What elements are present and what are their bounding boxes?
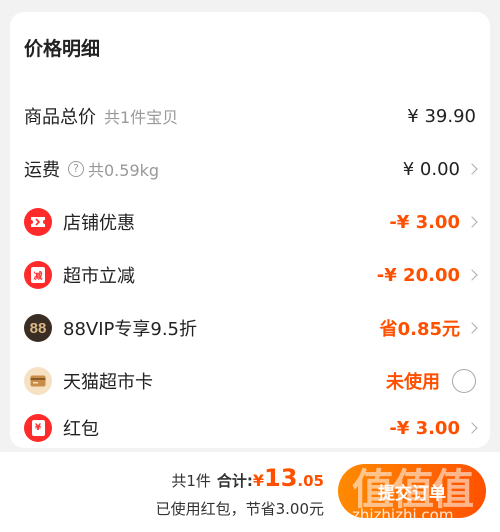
chevron-right-icon [466,322,478,334]
supermarket-card-status: 未使用 [386,372,440,393]
use-card-radio[interactable] [452,369,476,393]
total-line: 共1件 合计: ¥ 13 .05 [171,464,324,492]
row-shipping[interactable]: 运费 ? 共0.59kg ¥ 0.00 [10,149,490,189]
chevron-right-icon [466,216,478,228]
supermarket-cut-amount: -¥ 20.00 [376,264,460,286]
red-packet-icon: ¥ [24,414,52,442]
red-packet-amount: -¥ 3.00 [389,417,460,439]
chevron-right-icon [466,422,478,434]
vip-discount-amount: 省0.85元 [379,319,460,340]
card-icon [24,367,52,395]
vip-discount-label: 88VIP专享9.5折 [63,319,198,340]
price-detail-card: 价格明细 商品总价 共1件宝贝 ¥ 39.90 运费 ? 共0.59kg ¥ 0… [10,12,490,448]
submit-order-button[interactable]: 提交订单 [338,464,486,518]
chevron-right-icon [466,269,478,281]
shipping-label: 运费 [24,160,60,181]
shipping-amount: ¥ 0.00 [402,158,460,180]
saving-note: 已使用红包，节省3.00元 [155,500,324,518]
chevron-right-icon [466,163,478,175]
row-goods-total: 商品总价 共1件宝贝 ¥ 39.90 [10,96,490,136]
total-currency: ¥ [252,471,265,490]
shipping-weight: 共0.59kg [88,161,160,180]
goods-count: 共1件宝贝 [104,108,179,127]
item-count: 共1件 [171,472,211,490]
coupon-icon [24,208,52,236]
row-red-packet[interactable]: ¥ 红包 -¥ 3.00 [10,408,490,448]
minus-tag-icon: 减 [24,261,52,289]
help-icon[interactable]: ? [68,161,84,177]
shop-discount-label: 店铺优惠 [63,213,135,234]
goods-total-amount: ¥ 39.90 [407,105,476,127]
minus-tag-text: 减 [31,267,45,283]
total-decimal: .05 [297,472,324,490]
total-integer: 13 [264,464,298,492]
vip-88-icon: 88 [24,314,52,342]
checkout-bar: 共1件 合计: ¥ 13 .05 已使用红包，节省3.00元 提交订单 [0,452,500,532]
row-supermarket-cut[interactable]: 减 超市立减 -¥ 20.00 [10,255,490,295]
red-packet-label: 红包 [63,419,99,440]
row-supermarket-card[interactable]: 天猫超市卡 未使用 [10,361,490,401]
row-shop-discount[interactable]: 店铺优惠 -¥ 3.00 [10,202,490,242]
total-label: 合计: [216,472,253,490]
card-title: 价格明细 [24,38,101,60]
goods-total-label: 商品总价 [24,107,96,128]
supermarket-card-label: 天猫超市卡 [63,372,153,393]
row-vip-discount[interactable]: 88 88VIP专享9.5折 省0.85元 [10,308,490,348]
supermarket-cut-label: 超市立减 [63,266,135,287]
red-packet-symbol: ¥ [31,420,45,436]
shop-discount-amount: -¥ 3.00 [389,211,460,233]
